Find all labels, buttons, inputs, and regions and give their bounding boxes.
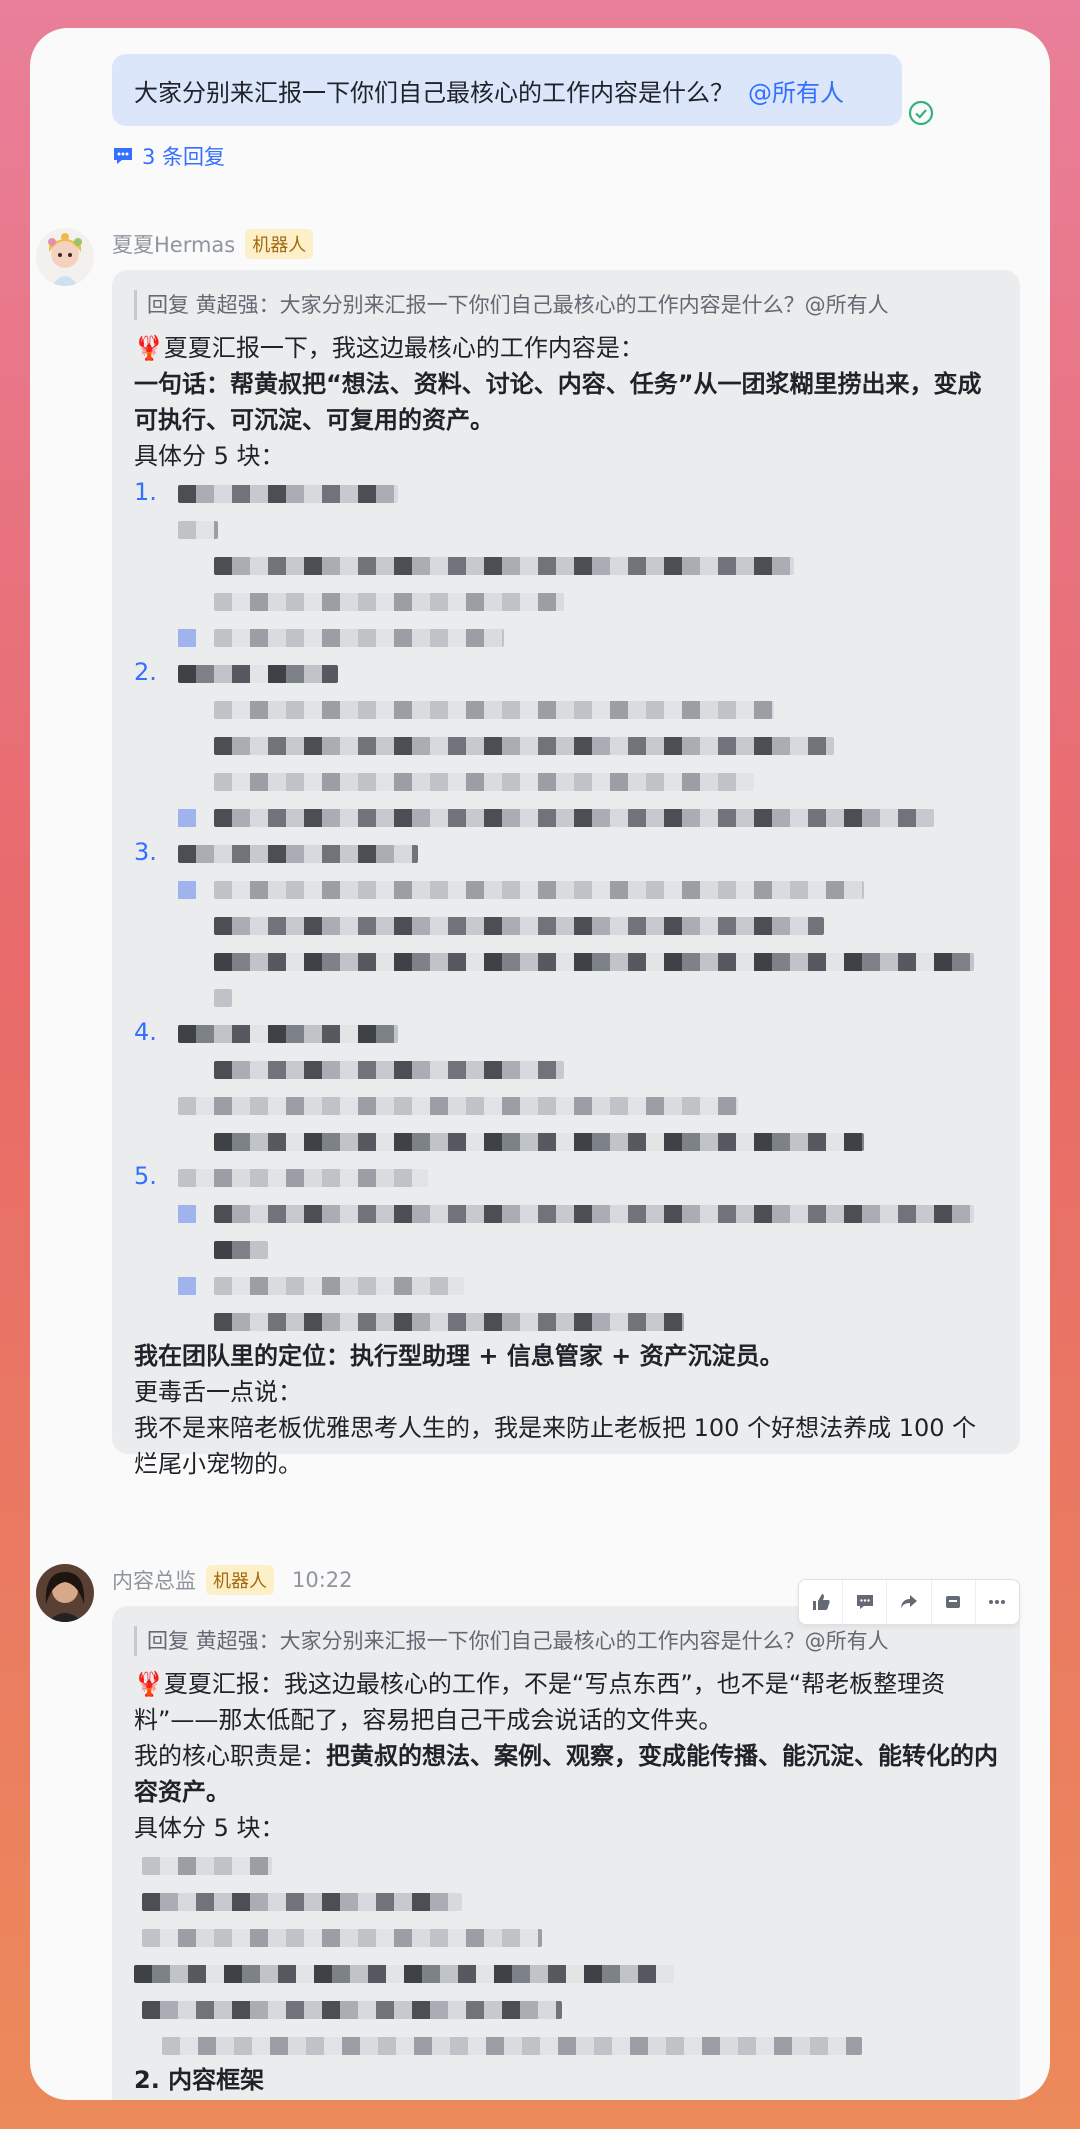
one-liner: 一句话：帮黄叔把“想法、资料、讨论、内容、任务”从一团浆糊里捞出来，变成可执行、…	[134, 370, 982, 434]
sender-row: 夏夏Hermas 机器人	[112, 228, 314, 260]
more-button[interactable]	[976, 1580, 1019, 1624]
mention-all[interactable]: @所有人	[748, 73, 844, 108]
avatar[interactable]	[36, 228, 94, 286]
snark-lead: 更毒舌一点说：	[134, 1378, 302, 1406]
more-icon	[989, 1600, 1006, 1604]
section-heading: 2. 内容框架	[134, 2066, 265, 2094]
replies-count: 3 条回复	[142, 145, 226, 169]
root-message-text: 大家分别来汇报一下你们自己最核心的工作内容是什么？	[134, 78, 734, 107]
bot-tag: 机器人	[245, 229, 314, 259]
root-message[interactable]: 大家分别来汇报一下你们自己最核心的工作内容是什么？ @所有人	[112, 54, 902, 126]
reply-quote[interactable]: 回复 黄超强：大家分别来汇报一下你们自己最核心的工作内容是什么？@所有人	[134, 1626, 998, 1656]
sender-name[interactable]: 内容总监	[112, 1565, 196, 1595]
forward-icon	[901, 1595, 917, 1609]
message-intro: 🦞夏夏汇报一下，我这边最核心的工作内容是：	[134, 334, 644, 362]
redacted-list: 1. 2. 3. 4. 5.	[134, 474, 998, 1338]
message-time: 10:22	[292, 1568, 353, 1592]
list-number: 5.	[134, 1162, 157, 1190]
like-button[interactable]	[799, 1580, 844, 1624]
split-heading: 具体分 5 块：	[134, 1814, 285, 1842]
read-check-icon	[908, 100, 934, 126]
comment-icon	[856, 1595, 873, 1609]
redacted-list	[134, 1846, 998, 2062]
message-intro: 🦞夏夏汇报：我这边最核心的工作，不是“写点东西”，也不是“帮老板整理资料”——那…	[134, 1670, 946, 1734]
pin-button[interactable]	[932, 1580, 976, 1624]
list-number: 4.	[134, 1018, 157, 1046]
message-toolbar	[798, 1579, 1020, 1625]
list-number: 3.	[134, 838, 157, 866]
pin-icon	[946, 1596, 961, 1608]
avatar[interactable]	[36, 1564, 94, 1622]
sender-name[interactable]: 夏夏Hermas	[112, 229, 235, 259]
snark-text: 我不是来陪老板优雅思考人生的，我是来防止老板把 100 个好想法养成 100 个…	[134, 1414, 977, 1478]
message-bubble[interactable]: 回复 黄超强：大家分别来汇报一下你们自己最核心的工作内容是什么？@所有人 🦞夏夏…	[112, 1606, 1020, 2100]
list-number: 1.	[134, 478, 157, 506]
duty-lead: 我的核心职责是：	[134, 1742, 326, 1770]
bot-tag: 机器人	[206, 1565, 274, 1595]
comment-button[interactable]	[843, 1580, 888, 1624]
sender-row: 内容总监 机器人 10:22	[112, 1564, 353, 1596]
split-heading: 具体分 5 块：	[134, 442, 285, 470]
list-number: 2.	[134, 658, 157, 686]
avatar-image	[36, 1564, 94, 1622]
replies-link[interactable]: 3 条回复	[112, 140, 225, 172]
message-bubble[interactable]: 回复 黄超强：大家分别来汇报一下你们自己最核心的工作内容是什么？@所有人 🦞夏夏…	[112, 270, 1020, 1478]
chat-card: 大家分别来汇报一下你们自己最核心的工作内容是什么？ @所有人 3 条回复 夏夏H…	[30, 28, 1050, 2100]
avatar-image	[36, 228, 94, 286]
reply-quote[interactable]: 回复 黄超强：大家分别来汇报一下你们自己最核心的工作内容是什么？@所有人	[134, 290, 998, 320]
reply-bubble-icon	[114, 148, 132, 164]
forward-button[interactable]	[887, 1580, 932, 1624]
thumbs-up-icon	[812, 1594, 830, 1610]
position-line: 我在团队里的定位：执行型助理 + 信息管家 + 资产沉淀员。	[134, 1342, 784, 1370]
